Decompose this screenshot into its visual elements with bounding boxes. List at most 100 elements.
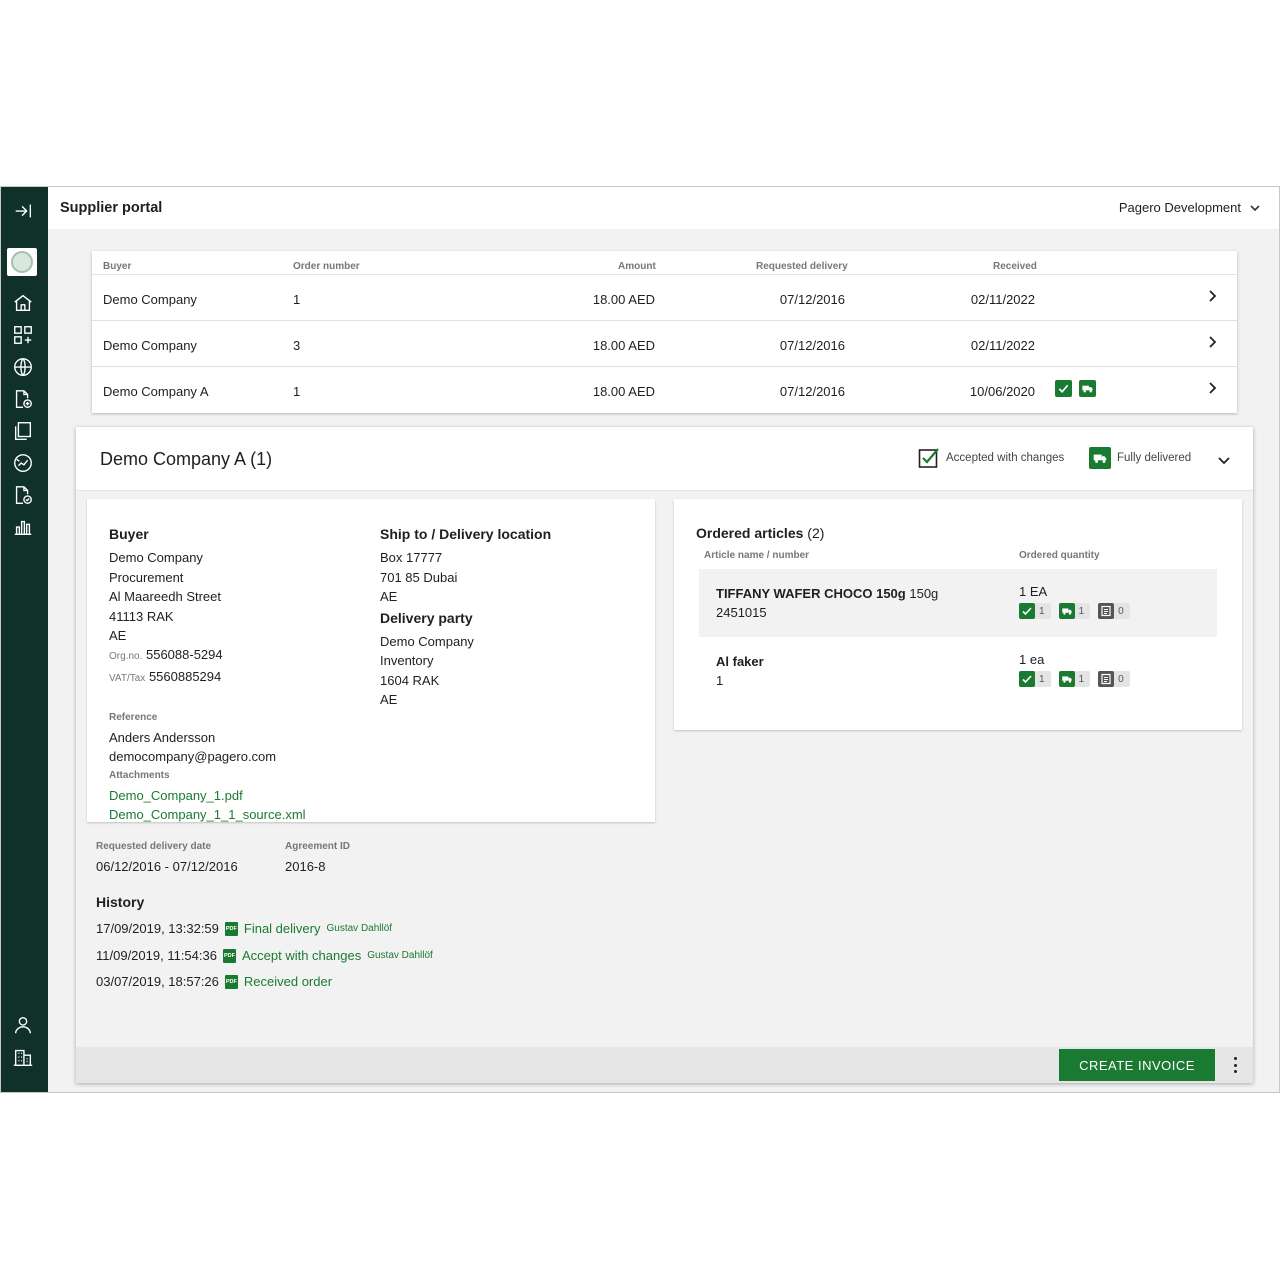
reference-name: Anders Andersson [109, 729, 216, 745]
org-number-label: Org.no. [109, 651, 143, 663]
detail-header: Demo Company A (1) Accepted with changes… [76, 427, 1253, 491]
article-row[interactable]: Al faker 1 1 ea 1 1 0 [699, 637, 1217, 705]
article-name: TIFFANY WAFER CHOCO 150g 150g 2451015 [716, 586, 939, 620]
sidebar [1, 187, 48, 1092]
cell-received: 02/11/2022 [970, 292, 1035, 307]
articles-count: (2) [807, 525, 825, 541]
history-action[interactable]: Received order [244, 974, 332, 989]
article-row[interactable]: TIFFANY WAFER CHOCO 150g 150g 2451015 1 E… [699, 569, 1217, 637]
invoiced-count-badge: 0 [1098, 603, 1130, 619]
attachment-link[interactable]: Demo_Company_1.pdf [109, 786, 306, 805]
delivery-truck-icon [1058, 671, 1075, 687]
top-bar: Supplier portal Pagero Development [48, 187, 1279, 229]
globe-icon[interactable] [11, 355, 35, 379]
buyer-postal: 41113 RAK [109, 608, 174, 624]
analytics-icon[interactable] [11, 451, 35, 475]
table-row[interactable]: Demo Company 1 18.00 AED 07/12/2016 02/1… [92, 274, 1237, 320]
article-quantity: 1 ea [1019, 652, 1045, 667]
buyer-street: Al Maareedh Street [109, 589, 222, 605]
document-check-icon[interactable] [11, 483, 35, 507]
status-accepted: Accepted with changes [918, 447, 1064, 469]
invoiced-count-badge: 0 [1098, 671, 1130, 687]
agreement-label: Agreement ID [285, 841, 351, 852]
vat-value: 5560885294 [148, 668, 222, 684]
chevron-right-icon[interactable] [1205, 335, 1219, 349]
agreement-value: 2016-8 [285, 859, 326, 874]
delivery-party-line: Inventory [380, 653, 434, 669]
history-action[interactable]: Accept with changes [242, 948, 361, 963]
order-detail-panel: Demo Company A (1) Accepted with changes… [76, 427, 1253, 1083]
company-logo[interactable] [7, 248, 37, 276]
delivery-party-heading: Delivery party [380, 609, 473, 626]
organization-selector[interactable]: Pagero Development [1119, 200, 1261, 215]
cell-requested-delivery: 07/12/2016 [779, 292, 845, 307]
building-icon[interactable] [11, 1045, 35, 1069]
apps-icon[interactable] [11, 323, 35, 347]
organization-name: Pagero Development [1118, 200, 1241, 215]
collapse-icon[interactable] [11, 199, 35, 223]
chevron-right-icon[interactable] [1205, 289, 1219, 303]
cell-buyer: Demo Company [103, 338, 197, 353]
cell-amount: 18.00 AED [592, 292, 655, 307]
cell-received: 10/06/2020 [969, 384, 1035, 399]
delivery-party-line: 1604 RAK [380, 672, 440, 688]
history-action[interactable]: Final delivery [244, 921, 321, 936]
history-time: 03/07/2019, 18:57:26 [96, 974, 219, 989]
column-header-requested-delivery: Requested delivery [756, 261, 848, 272]
attachments-label: Attachments [109, 770, 170, 782]
party-info-card: Buyer Demo Company Procurement Al Maaree… [87, 499, 655, 822]
cell-received: 02/11/2022 [970, 338, 1035, 353]
history-time: 17/09/2019, 13:32:59 [96, 921, 219, 936]
history-entry: 03/07/2019, 18:57:26 PDF Received order [96, 974, 332, 989]
delivery-truck-icon [1079, 380, 1096, 397]
history-entry: 17/09/2019, 13:32:59 PDF Final delivery … [96, 921, 392, 936]
reference-label: Reference [109, 712, 158, 724]
user-icon[interactable] [11, 1013, 35, 1037]
delivery-party-line: AE [380, 692, 398, 708]
pdf-icon[interactable]: PDF [224, 974, 238, 989]
cell-order-number: 3 [293, 338, 301, 353]
history-entry: 11/09/2019, 11:54:36 PDF Accept with cha… [96, 948, 433, 963]
requested-delivery-value: 06/12/2016 - 07/12/2016 [96, 859, 238, 874]
cell-requested-delivery: 07/12/2016 [779, 384, 845, 399]
cell-amount: 18.00 AED [592, 384, 655, 399]
check-icon [1019, 603, 1035, 619]
chevron-down-icon[interactable] [1217, 453, 1231, 467]
column-header-order-number: Order number [293, 261, 360, 272]
delivered-count-badge: 1 [1058, 603, 1091, 619]
column-header-amount: Amount [618, 261, 656, 272]
checkbox-checked-icon [918, 447, 940, 469]
accepted-count-badge: 1 [1019, 671, 1051, 687]
accepted-count-badge: 1 [1019, 603, 1051, 619]
ship-to-line: Box 17777 [380, 550, 443, 566]
home-icon[interactable] [11, 291, 35, 315]
check-icon [1019, 671, 1035, 687]
org-number-value: 556088-5294 [145, 647, 223, 663]
ship-to-line: AE [380, 589, 398, 605]
bar-chart-icon[interactable] [11, 515, 35, 539]
pdf-icon[interactable]: PDF [224, 921, 238, 936]
table-row[interactable]: Demo Company 3 18.00 AED 07/12/2016 02/1… [92, 320, 1237, 366]
quantity-badges: 1 1 0 [1019, 671, 1130, 687]
chevron-down-icon [1250, 204, 1260, 211]
more-options-icon[interactable] [1229, 1055, 1241, 1075]
column-header-buyer: Buyer [103, 261, 132, 272]
document-add-icon[interactable] [11, 387, 35, 411]
chevron-right-icon[interactable] [1205, 381, 1219, 395]
history-user: Gustav Dahllöf [367, 950, 433, 961]
attachment-link[interactable]: Demo_Company_1_1_source.xml [109, 805, 306, 824]
create-invoice-button[interactable]: CREATE INVOICE [1059, 1049, 1215, 1081]
ordered-articles-card: Ordered articles (2) Article name / numb… [674, 499, 1242, 730]
column-header-quantity: Ordered quantity [1019, 550, 1100, 561]
ship-to-line: 701 85 Dubai [380, 569, 458, 585]
history-time: 11/09/2019, 11:54:36 [96, 948, 217, 963]
delivery-truck-icon [1058, 603, 1075, 619]
cell-order-number: 1 [293, 292, 301, 307]
ship-to-section: Ship to / Delivery location Box 17777 70… [380, 525, 551, 710]
status-accepted-label: Accepted with changes [946, 452, 1065, 464]
documents-icon[interactable] [11, 419, 35, 443]
pdf-icon[interactable]: PDF [222, 948, 236, 963]
agreement-id: Agreement ID 2016-8 [285, 841, 350, 874]
table-row[interactable]: Demo Company A 1 18.00 AED 07/12/2016 10… [92, 366, 1237, 412]
column-header-article: Article name / number [704, 550, 810, 561]
